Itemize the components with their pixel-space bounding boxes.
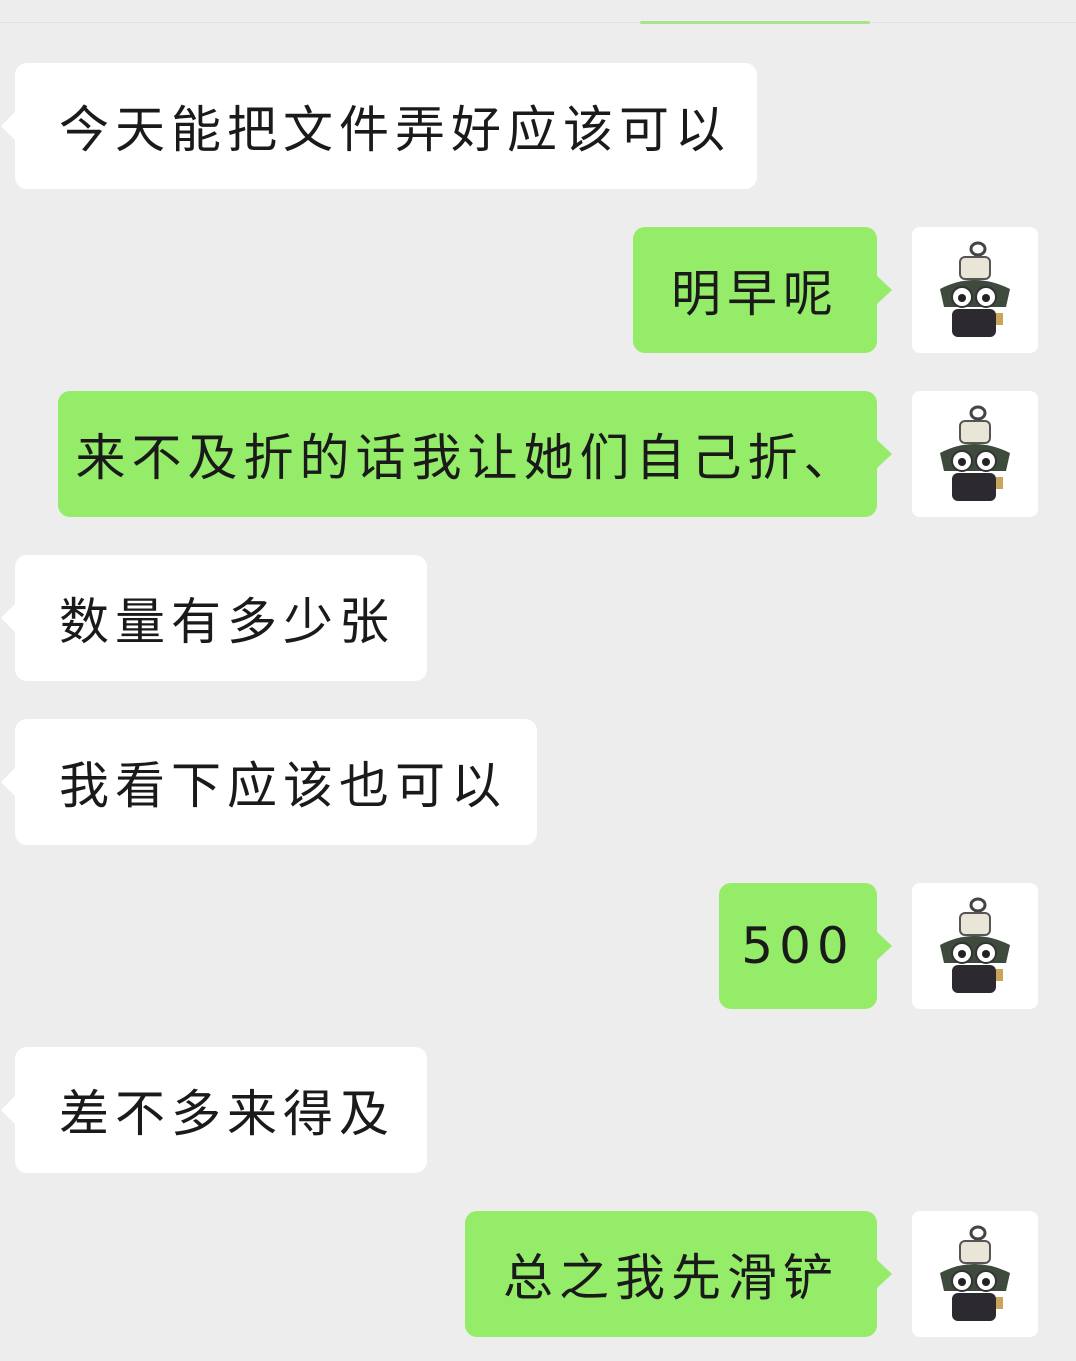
avatar-icon[interactable] — [912, 391, 1038, 517]
message-bubble-outgoing[interactable]: 来不及折的话我让她们自己折、 — [58, 391, 892, 517]
previous-message-edge — [640, 21, 870, 24]
avatar-figure — [940, 241, 1010, 337]
avatar-icon[interactable] — [912, 227, 1038, 353]
message-bubble-outgoing[interactable]: 明早呢 — [633, 227, 892, 353]
message-bubble-incoming[interactable]: 我看下应该也可以 — [1, 719, 537, 845]
message-bubble-incoming[interactable]: 差不多来得及 — [1, 1047, 427, 1173]
avatar-icon[interactable] — [912, 1211, 1038, 1337]
avatar-figure — [940, 897, 1010, 993]
message-bubble-outgoing[interactable]: 总之我先滑铲 — [465, 1211, 892, 1337]
avatar-figure — [940, 405, 1010, 501]
message-bubble-outgoing[interactable]: 500 — [719, 883, 892, 1009]
avatar-icon[interactable] — [912, 883, 1038, 1009]
top-divider — [0, 22, 1076, 23]
message-bubble-incoming[interactable]: 数量有多少张 — [1, 555, 427, 681]
message-bubble-incoming[interactable]: 今天能把文件弄好应该可以 — [1, 63, 757, 189]
avatar-figure — [940, 1225, 1010, 1321]
